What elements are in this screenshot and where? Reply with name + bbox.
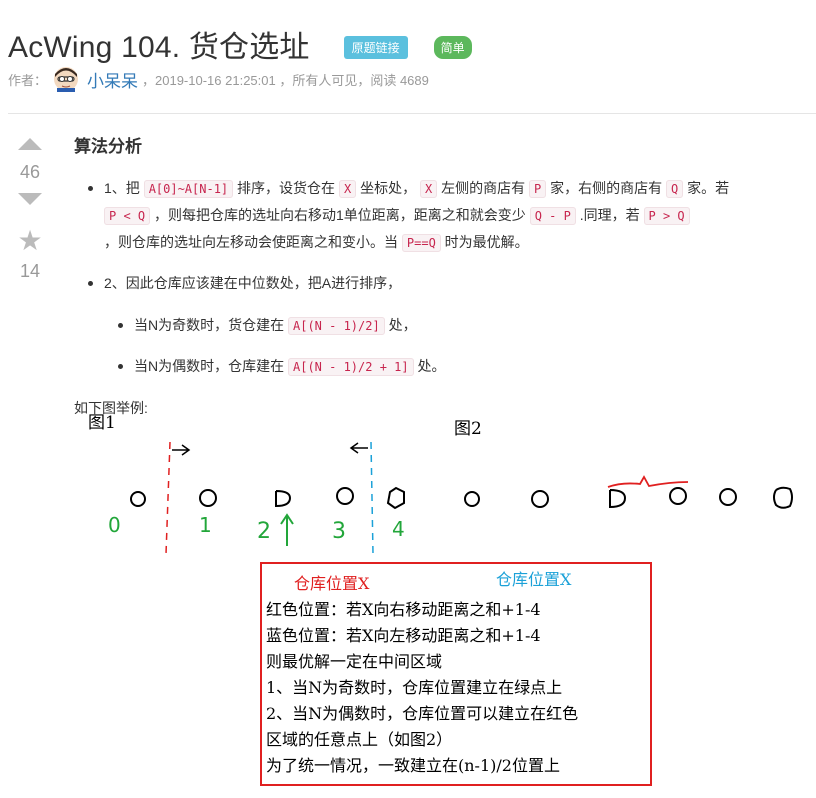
upvote-icon[interactable]	[18, 138, 42, 150]
red-dashed-line	[165, 441, 171, 555]
point-label: 3	[332, 519, 346, 544]
explanation-box: 仓库位置X 仓库位置X 红色位置：若X向右移动距离之和+1-4 蓝色位置：若X向…	[260, 562, 652, 786]
text: ，则每把仓库的选址向右移动1单位距离，距离之和就会变少	[150, 207, 530, 223]
author-name-link[interactable]: 小呆呆	[87, 67, 138, 92]
inline-code: Q - P	[529, 207, 576, 225]
sub-list-item: 当N为偶数时，仓库建在 A[(N - 1)/2 + 1] 处。	[74, 353, 816, 380]
blue-dashed-line	[370, 441, 374, 555]
inline-code: P==Q	[401, 234, 441, 252]
right-arrow-icon	[172, 444, 191, 456]
box-line: 2、当N为偶数时，仓库位置可以建立在红色	[266, 704, 579, 723]
point-marker	[336, 487, 354, 505]
star-icon[interactable]: ★	[10, 227, 50, 255]
text: 家，右侧的商店有	[546, 180, 666, 196]
fig2-label: 图2	[454, 419, 482, 439]
inline-code: Q	[666, 180, 684, 198]
text: 1、把	[104, 180, 144, 196]
header-divider	[8, 113, 816, 114]
sub-list-item: 当N为奇数时，货仓建在 A[(N - 1)/2] 处，	[74, 312, 816, 339]
point-marker	[773, 486, 793, 509]
box-line: 1、当N为奇数时，仓库位置建立在绿点上	[266, 678, 563, 697]
text: 处。	[413, 358, 446, 374]
point-marker	[386, 486, 405, 510]
point-label: 0	[108, 513, 121, 537]
inline-code: A[(N - 1)/2 + 1]	[288, 358, 414, 376]
inline-code: X	[419, 180, 438, 198]
point-marker	[199, 489, 217, 507]
red-region-mark	[607, 475, 689, 488]
vote-count: 46	[19, 162, 41, 182]
box-line: 红色位置：若X向右移动距离之和+1-4	[266, 600, 541, 619]
difficulty-badge: 简单	[433, 35, 472, 59]
text: 时为最优解。	[440, 234, 529, 250]
inline-code: X	[338, 180, 357, 198]
star-count: 14	[19, 261, 41, 281]
box-line: 区域的任意点上（如图2）	[266, 730, 453, 749]
blue-position-heading: 仓库位置X	[496, 570, 572, 589]
text: 当N为偶数时，仓库建在	[134, 358, 288, 374]
left-arrow-icon	[349, 442, 368, 454]
list-item: 1、把 A[0]~A[N-1] 排序，设货仓在 X 坐标处， X 左侧的商店有 …	[74, 175, 816, 256]
text: ，则仓库的选址向左移动会使距离之和变小。当	[104, 234, 402, 250]
point-label: 4	[392, 517, 405, 541]
bullet	[118, 323, 123, 328]
point-marker	[609, 489, 627, 509]
original-problem-link-button[interactable]: 原题链接	[343, 35, 408, 59]
inline-code: A[(N - 1)/2]	[288, 317, 385, 335]
text: 排序，设货仓在	[233, 180, 339, 196]
section-title: 算法分析	[74, 137, 142, 156]
up-arrow-icon	[280, 513, 294, 546]
bullet	[88, 186, 93, 191]
author-prefix: 作者：	[8, 72, 48, 88]
text: 坐标处，	[356, 180, 420, 196]
point-marker	[531, 490, 549, 508]
fig1-label: 图1	[88, 413, 116, 433]
inline-code: P	[528, 180, 547, 198]
vote-panel: 46 ★ 14	[10, 138, 50, 282]
point-marker	[464, 491, 480, 507]
box-line: 则最优解一定在中间区域	[266, 652, 443, 671]
page-title: AcWing 104. 货仓选址	[8, 31, 310, 64]
box-line: 蓝色位置：若X向左移动距离之和+1-4	[266, 626, 541, 645]
point-marker	[719, 488, 737, 506]
point-marker	[669, 487, 687, 505]
point-marker	[275, 490, 292, 508]
example-figure: 图1 图2 0 1 2 3 4 仓库位置X 仓库位置X 红色位置：若X向右移动距…	[74, 404, 816, 794]
text: 处，	[384, 317, 417, 333]
article-content: 算法分析 1、把 A[0]~A[N-1] 排序，设货仓在 X 坐标处， X 左侧…	[74, 132, 816, 418]
figure-sketch: 图1 图2 0 1 2 3 4	[88, 413, 793, 555]
downvote-icon[interactable]	[18, 193, 42, 205]
box-line: 为了统一情况，一致建立在(n-1)/2位置上	[266, 756, 560, 775]
bullet	[88, 281, 93, 286]
text: 左侧的商店有	[437, 180, 529, 196]
list-item: 2、因此仓库应该建在中位数处，把A进行排序，	[74, 270, 816, 296]
text: 家。若	[683, 180, 730, 196]
point-label: 1	[199, 513, 212, 537]
text: 2、因此仓库应该建在中位数处，把A进行排序，	[104, 275, 402, 291]
avatar[interactable]	[53, 66, 79, 92]
text: 当N为奇数时，货仓建在	[134, 317, 288, 333]
author-meta: 作者： 小呆呆 ，2019-10-16 21:25:01 ，所有人可见，阅读 4…	[8, 66, 429, 92]
post-info: ，2019-10-16 21:25:01 ，所有人可见，阅读 4689	[142, 72, 429, 88]
inline-code: P < Q	[104, 207, 151, 225]
red-position-heading: 仓库位置X	[294, 574, 370, 593]
title-row: AcWing 104. 货仓选址 原题链接 简单	[8, 22, 472, 66]
bullet	[118, 364, 123, 369]
text: .同理，若	[575, 207, 644, 223]
point-marker	[130, 491, 146, 507]
point-label: 2	[257, 519, 271, 544]
inline-code: A[0]~A[N-1]	[143, 180, 234, 198]
inline-code: P > Q	[643, 207, 690, 225]
